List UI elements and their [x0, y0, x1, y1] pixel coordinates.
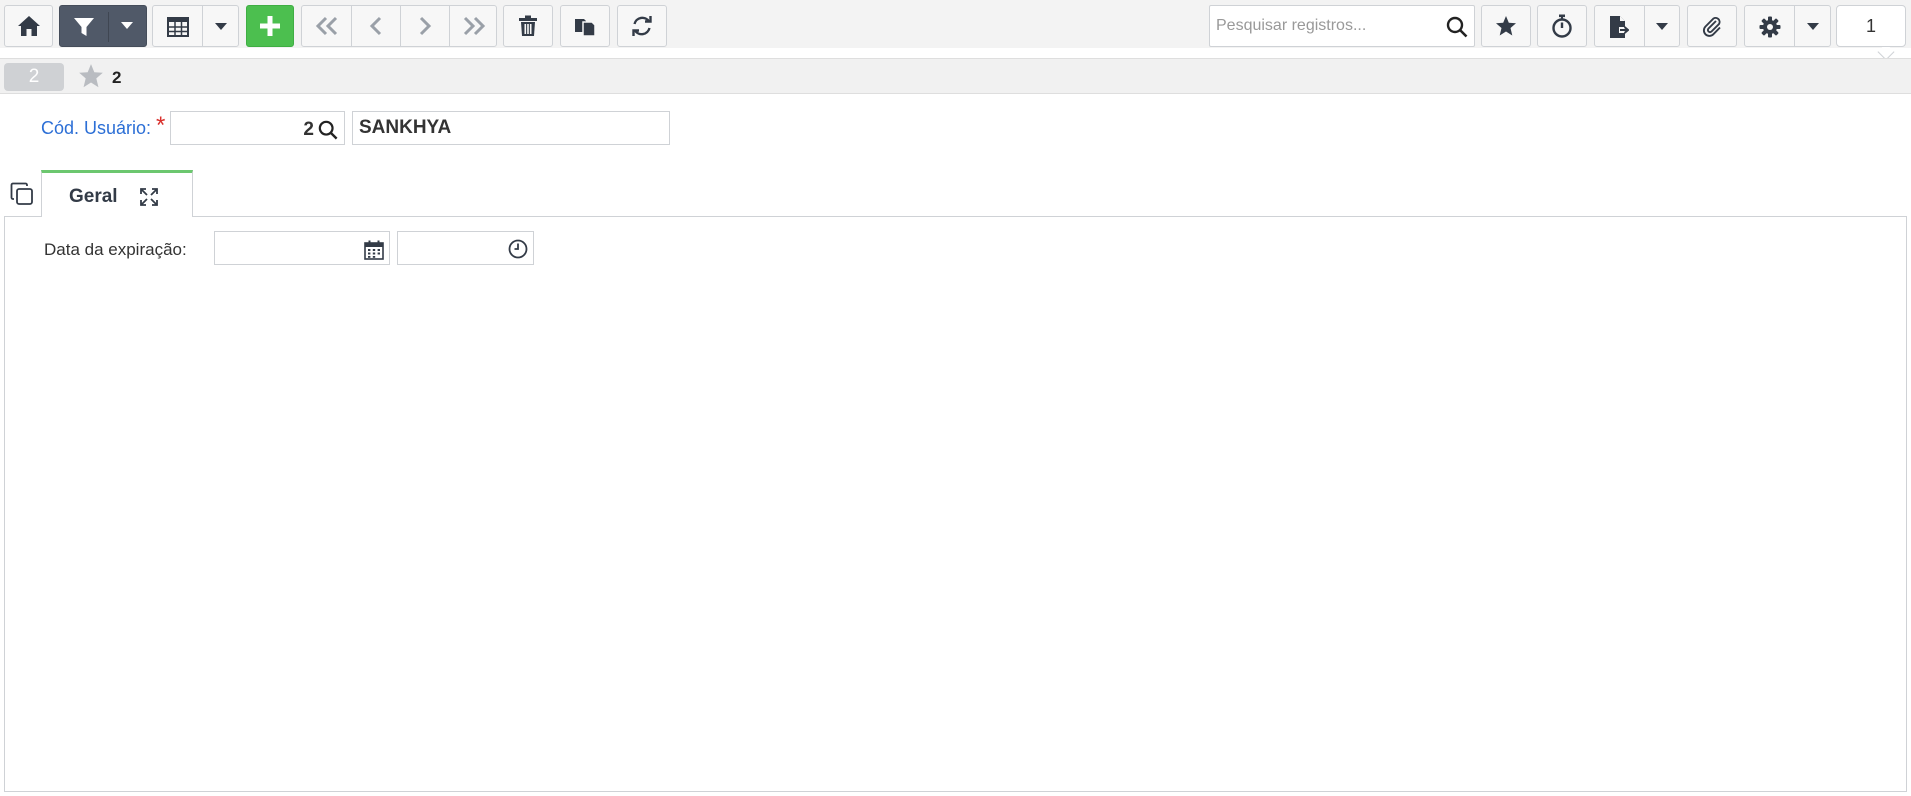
gear-icon: [1759, 16, 1781, 38]
search-input[interactable]: [1210, 6, 1440, 46]
split-divider: [1794, 6, 1795, 46]
calendar-icon[interactable]: [364, 240, 384, 265]
previous-record-icon: [369, 16, 383, 36]
favorites-count: 2: [112, 68, 122, 87]
user-code-value: 2: [303, 119, 314, 140]
duplicate-icon: [574, 15, 596, 37]
tab-label: Geral: [69, 186, 118, 207]
first-record-icon: [315, 16, 339, 36]
chevron-down-icon[interactable]: [215, 23, 227, 31]
refresh-button[interactable]: [617, 5, 667, 47]
expiration-date-field[interactable]: [214, 231, 390, 265]
general-tab-panel: [4, 216, 1907, 792]
star-icon: [1495, 15, 1517, 37]
export-split-button[interactable]: [1594, 5, 1680, 47]
home-button[interactable]: [4, 5, 53, 47]
add-record-button[interactable]: [246, 5, 294, 47]
next-record-button[interactable]: [401, 6, 449, 46]
record-counter[interactable]: 1: [1836, 5, 1906, 47]
expiration-date-label: Data da expiração:: [44, 240, 187, 259]
filter-split-button[interactable]: [59, 5, 147, 47]
stopwatch-icon: [1551, 14, 1573, 38]
split-divider: [108, 12, 109, 42]
last-record-icon: [462, 16, 486, 36]
required-marker: *: [156, 112, 166, 139]
filter-icon: [73, 16, 95, 38]
paperclip-icon: [1701, 15, 1723, 37]
user-code-field[interactable]: 2: [170, 111, 345, 145]
search-icon[interactable]: [1446, 16, 1468, 43]
expiration-time-field[interactable]: [397, 231, 534, 265]
timer-button[interactable]: [1537, 5, 1587, 47]
record-info-bar: 2 2: [0, 58, 1911, 94]
chevron-down-icon[interactable]: [1807, 23, 1819, 31]
favorite-button[interactable]: [1481, 5, 1531, 47]
duplicate-button[interactable]: [560, 5, 610, 47]
user-code-label: Cód. Usuário:: [41, 118, 152, 138]
first-record-button[interactable]: [302, 6, 351, 46]
grid-view-split-button[interactable]: [152, 5, 239, 47]
grid-icon: [167, 17, 189, 37]
star-icon[interactable]: [78, 63, 104, 94]
split-divider: [1644, 6, 1645, 46]
last-record-button[interactable]: [450, 6, 497, 46]
delete-button[interactable]: [503, 5, 553, 47]
trash-icon: [518, 15, 538, 37]
home-icon: [17, 15, 41, 37]
export-icon: [1609, 15, 1629, 39]
refresh-icon: [631, 15, 653, 37]
record-badge[interactable]: 2: [4, 63, 64, 91]
next-record-icon: [418, 16, 432, 36]
plus-icon: [259, 15, 281, 37]
previous-record-button[interactable]: [352, 6, 400, 46]
chevron-down-icon[interactable]: [1656, 23, 1668, 31]
record-navigation-group: [301, 5, 497, 47]
search-records-box: [1209, 5, 1475, 47]
split-divider: [202, 6, 203, 46]
attachment-button[interactable]: [1687, 5, 1737, 47]
copy-icon[interactable]: [10, 182, 34, 211]
main-toolbar: 1: [0, 0, 1911, 61]
user-name-field: SANKHYA: [352, 111, 670, 145]
settings-split-button[interactable]: [1744, 5, 1831, 47]
chevron-down-icon[interactable]: [121, 22, 133, 30]
expand-icon[interactable]: [139, 187, 159, 212]
tab-geral[interactable]: Geral: [41, 170, 193, 217]
search-icon[interactable]: [318, 120, 338, 146]
clock-icon[interactable]: [508, 239, 528, 264]
